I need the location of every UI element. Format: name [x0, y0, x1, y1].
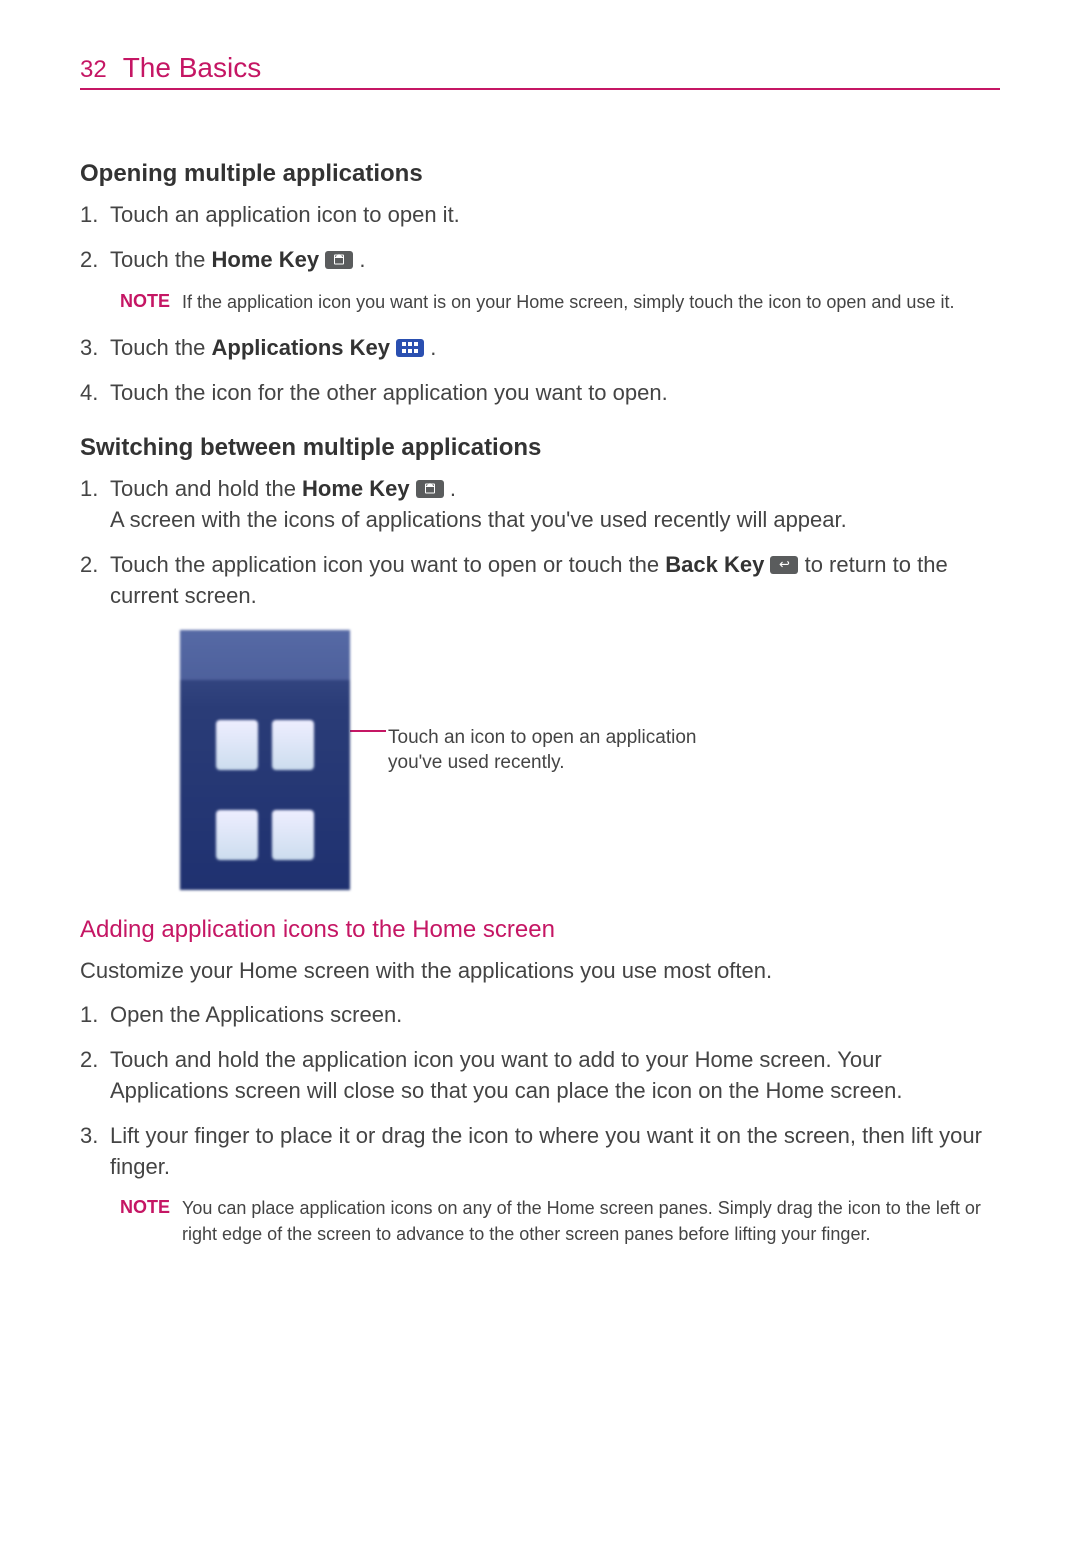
callout-text: Touch an icon to open an application you… [388, 725, 728, 776]
section-title-opening: Opening multiple applications [80, 160, 1000, 188]
list-number: 2. [80, 245, 102, 276]
text: A screen with the icons of applications … [110, 507, 847, 532]
note-text: You can place application icons on any o… [182, 1196, 1000, 1246]
callout-leader-line [350, 730, 386, 732]
step-text: Open the Applications screen. [110, 1000, 1000, 1031]
home-key-label: Home Key [212, 247, 320, 272]
s3-step-1: 1. Open the Applications screen. [80, 1000, 1000, 1031]
step-text: Touch and hold the application icon you … [110, 1045, 1000, 1107]
step-text: Touch an application icon to open it. [110, 200, 1000, 231]
note-label: NOTE [120, 1196, 170, 1246]
text: Touch the [110, 335, 212, 360]
page-number: 32 [80, 56, 107, 84]
step-text: Touch and hold the Home Key . A screen w… [110, 474, 1000, 536]
s3-note: NOTE You can place application icons on … [120, 1196, 1000, 1246]
page: 32 The Basics Opening multiple applicati… [0, 0, 1080, 1325]
s1-step-3: 3. Touch the Applications Key . [80, 333, 1000, 364]
note-label: NOTE [120, 290, 170, 315]
step-text: Touch the application icon you want to o… [110, 550, 1000, 612]
list-number: 3. [80, 1121, 102, 1183]
page-header: 32 The Basics [80, 52, 1000, 90]
s1-step-2: 2. Touch the Home Key . [80, 245, 1000, 276]
step-text: Touch the Home Key . [110, 245, 1000, 276]
recent-apps-figure: Touch an icon to open an application you… [180, 630, 1000, 890]
s1-step-1: 1. Touch an application icon to open it. [80, 200, 1000, 231]
s1-step-4: 4. Touch the icon for the other applicat… [80, 378, 1000, 409]
list-number: 4. [80, 378, 102, 409]
step-text: Touch the icon for the other application… [110, 378, 1000, 409]
step-text: Lift your finger to place it or drag the… [110, 1121, 1000, 1183]
home-key-icon [416, 480, 444, 498]
home-key-label: Home Key [302, 476, 410, 501]
step-text: Touch the Applications Key . [110, 333, 1000, 364]
s1-note: NOTE If the application icon you want is… [120, 290, 1000, 315]
recent-apps-screenshot [180, 630, 350, 890]
text: . [353, 247, 365, 272]
list-number: 2. [80, 1045, 102, 1107]
text: Touch and hold the [110, 476, 302, 501]
list-number: 2. [80, 550, 102, 612]
figure-callout: Touch an icon to open an application you… [370, 630, 728, 776]
section-title-switching: Switching between multiple applications [80, 434, 1000, 462]
home-key-icon [325, 251, 353, 269]
s3-step-3: 3. Lift your finger to place it or drag … [80, 1121, 1000, 1183]
back-key-icon [770, 556, 798, 574]
text: Touch the application icon you want to o… [110, 552, 665, 577]
s3-intro: Customize your Home screen with the appl… [80, 956, 1000, 987]
chapter-title: The Basics [123, 52, 262, 84]
applications-key-icon [396, 339, 424, 357]
text: . [444, 476, 456, 501]
list-number: 1. [80, 1000, 102, 1031]
s2-step-1: 1. Touch and hold the Home Key . A scree… [80, 474, 1000, 536]
note-text: If the application icon you want is on y… [182, 290, 954, 315]
list-number: 1. [80, 200, 102, 231]
section-title-adding: Adding application icons to the Home scr… [80, 916, 1000, 944]
back-key-label: Back Key [665, 552, 764, 577]
s2-step-2: 2. Touch the application icon you want t… [80, 550, 1000, 612]
text: Touch the [110, 247, 212, 272]
list-number: 1. [80, 474, 102, 536]
list-number: 3. [80, 333, 102, 364]
text: . [424, 335, 436, 360]
applications-key-label: Applications Key [212, 335, 390, 360]
s3-step-2: 2. Touch and hold the application icon y… [80, 1045, 1000, 1107]
page-content: Opening multiple applications 1. Touch a… [80, 90, 1000, 1247]
